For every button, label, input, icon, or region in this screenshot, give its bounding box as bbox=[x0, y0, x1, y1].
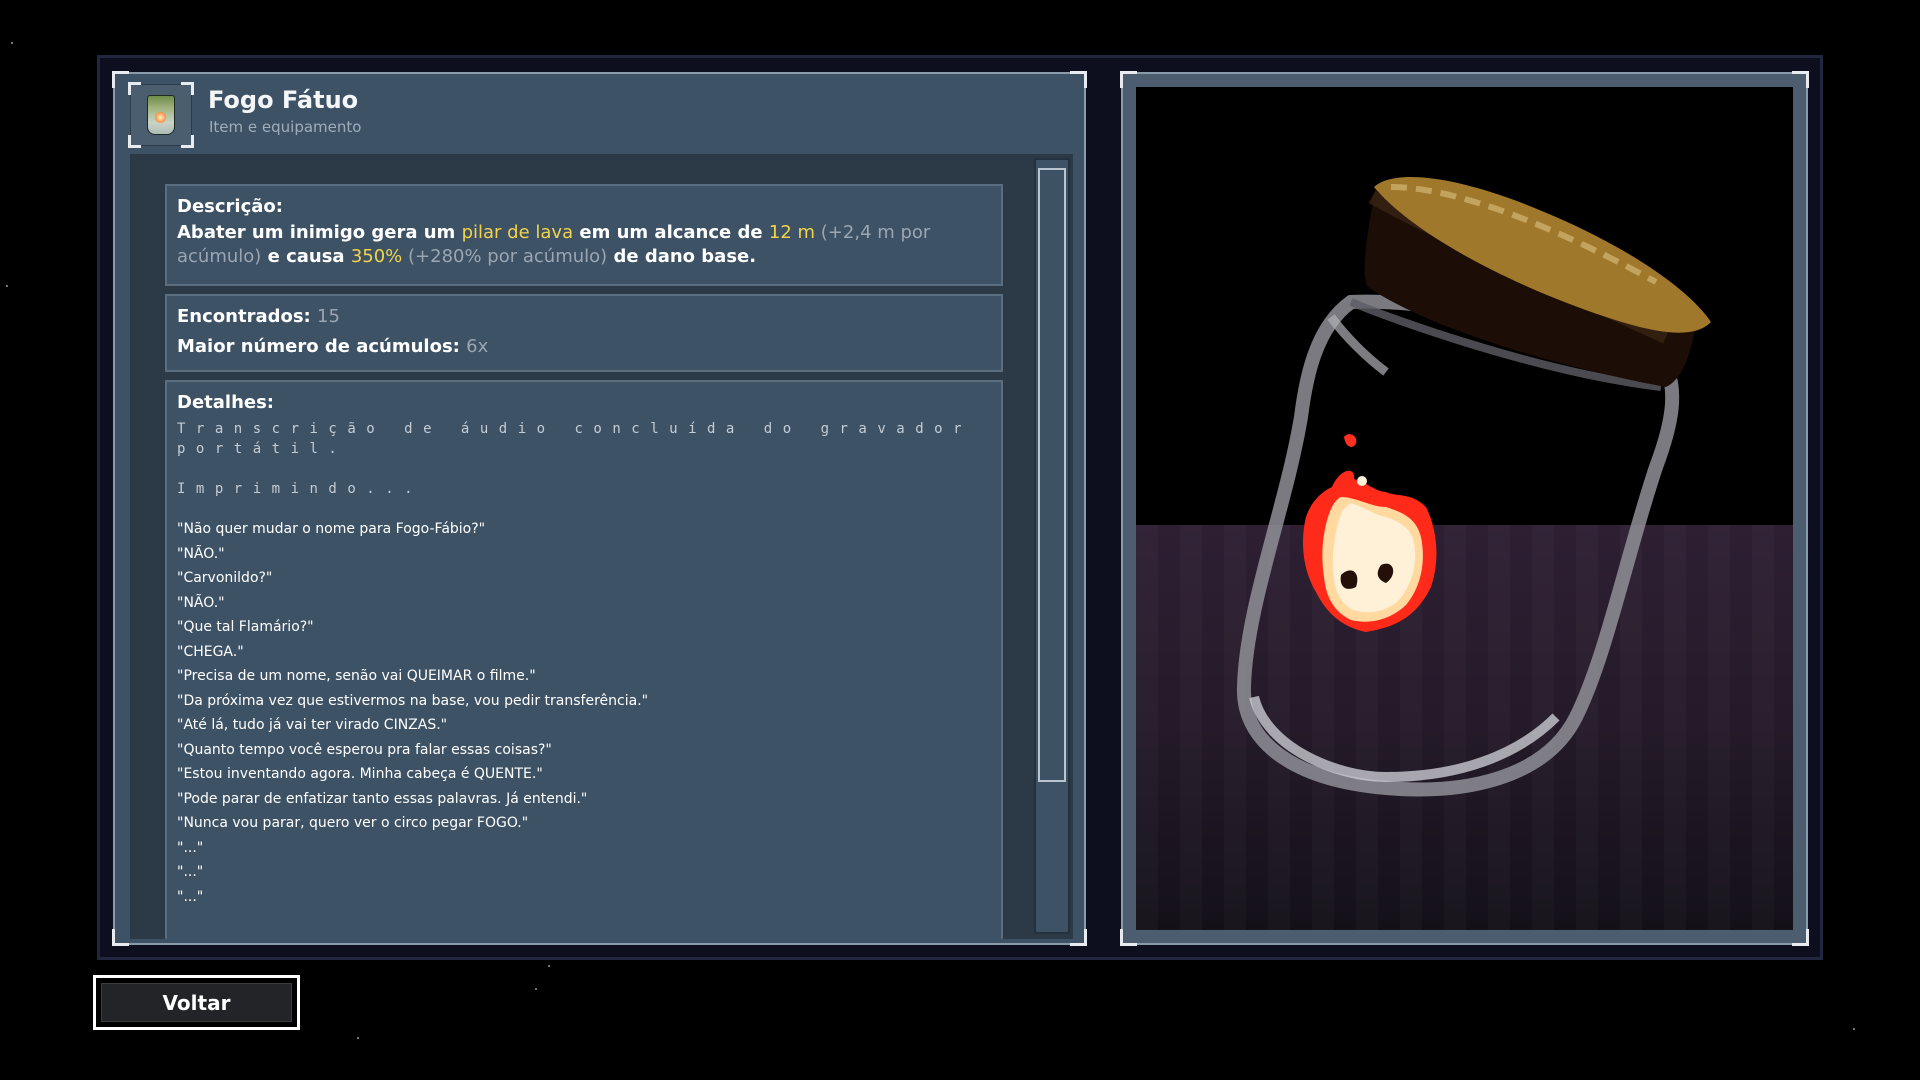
jar-icon bbox=[147, 95, 175, 135]
corner-marker bbox=[112, 929, 129, 946]
description-segment: Abater um inimigo gera um bbox=[177, 222, 462, 243]
back-button[interactable]: Voltar bbox=[93, 975, 300, 1030]
star bbox=[1853, 1028, 1855, 1030]
transcript-line: "CHEGA." bbox=[177, 643, 244, 660]
description-text: Abater um inimigo gera um pilar de lava … bbox=[177, 221, 991, 269]
corner-marker bbox=[1120, 929, 1137, 946]
transcript-line: "Nunca vou parar, quero ver o circo pega… bbox=[177, 815, 529, 831]
transcript-lines: "Não quer mudar o nome para Fogo-Fábio?"… bbox=[177, 517, 991, 909]
item-icon bbox=[128, 82, 194, 148]
back-button-label[interactable]: Voltar bbox=[101, 983, 292, 1022]
description-segment: 12 m bbox=[768, 222, 816, 243]
details-scroll-area[interactable]: Descrição: Abater um inimigo gera um pil… bbox=[130, 154, 1073, 939]
model-viewport[interactable] bbox=[1136, 87, 1793, 930]
found-label: Encontrados: bbox=[177, 306, 311, 327]
corner-marker bbox=[1792, 929, 1809, 946]
transcript-header: Transcrição de áudio concluída do gravad… bbox=[177, 421, 973, 457]
transcript-line: "Até lá, tudo já vai ter virado CINZAS." bbox=[177, 717, 448, 733]
jar-model bbox=[1236, 177, 1711, 797]
star bbox=[11, 42, 13, 44]
description-heading: Descrição: bbox=[177, 196, 283, 217]
star bbox=[357, 1037, 359, 1039]
item-subtitle: Item e equipamento bbox=[209, 118, 362, 136]
model-preview-panel bbox=[1120, 71, 1809, 946]
corner-marker bbox=[181, 82, 194, 95]
transcript-line: "NÃO." bbox=[177, 594, 225, 611]
stats-box: Encontrados: 15 Maior número de acúmulos… bbox=[165, 294, 1003, 372]
scrollbar[interactable] bbox=[1034, 158, 1070, 934]
corner-marker bbox=[1792, 71, 1809, 88]
star bbox=[6, 285, 8, 287]
max-stacks-value: 6x bbox=[466, 336, 489, 357]
details-heading: Detalhes: bbox=[177, 392, 275, 413]
transcript-line: "Precisa de um nome, senão vai QUEIMAR o… bbox=[177, 668, 536, 684]
description-segment: e causa bbox=[261, 246, 351, 267]
description-segment: de dano base. bbox=[607, 246, 757, 267]
transcript-line: "Da próxima vez que estivermos na base, … bbox=[177, 692, 649, 709]
corner-marker bbox=[128, 135, 141, 148]
max-stacks-label: Maior número de acúmulos: bbox=[177, 336, 460, 357]
corner-marker bbox=[112, 71, 129, 88]
transcript-line: "..." bbox=[177, 839, 204, 856]
details-box: Detalhes: Transcrição de áudio concluída… bbox=[165, 380, 1003, 939]
transcript-line: "NÃO." bbox=[177, 545, 225, 562]
description-box: Descrição: Abater um inimigo gera um pil… bbox=[165, 184, 1003, 286]
description-segment: pilar de lava bbox=[461, 222, 574, 243]
corner-marker bbox=[181, 135, 194, 148]
transcript-line: "..." bbox=[177, 864, 204, 880]
star bbox=[548, 965, 550, 967]
found-value: 15 bbox=[317, 306, 340, 327]
transcript-line: "Quanto tempo você esperou pra falar ess… bbox=[177, 741, 552, 758]
transcript-line: "..." bbox=[177, 888, 204, 905]
transcript-line: "Pode parar de enfatizar tanto essas pal… bbox=[177, 790, 588, 807]
transcript-line: "Estou inventando agora. Minha cabeça é … bbox=[177, 766, 543, 782]
scrollbar-thumb[interactable] bbox=[1038, 168, 1066, 782]
item-title: Fogo Fátuo bbox=[208, 86, 359, 114]
corner-marker bbox=[1120, 71, 1137, 88]
found-stat: Encontrados: 15 bbox=[177, 302, 991, 332]
printing-line: Imprimindo... bbox=[177, 481, 424, 497]
transcript-line: "Carvonildo?" bbox=[177, 570, 273, 586]
transcript-line: "Que tal Flamário?" bbox=[177, 619, 314, 635]
transcript-line: "Não quer mudar o nome para Fogo-Fábio?" bbox=[177, 521, 486, 537]
corner-marker bbox=[1070, 71, 1087, 88]
star bbox=[535, 988, 537, 990]
corner-marker bbox=[128, 82, 141, 95]
item-details-panel: Fogo Fátuo Item e equipamento Descrição:… bbox=[112, 71, 1087, 946]
max-stacks-stat: Maior número de acúmulos: 6x bbox=[177, 332, 991, 362]
description-segment: (+280% por acúmulo) bbox=[402, 246, 608, 267]
description-segment: em um alcance de bbox=[573, 222, 769, 243]
description-segment: 350% bbox=[350, 246, 403, 267]
